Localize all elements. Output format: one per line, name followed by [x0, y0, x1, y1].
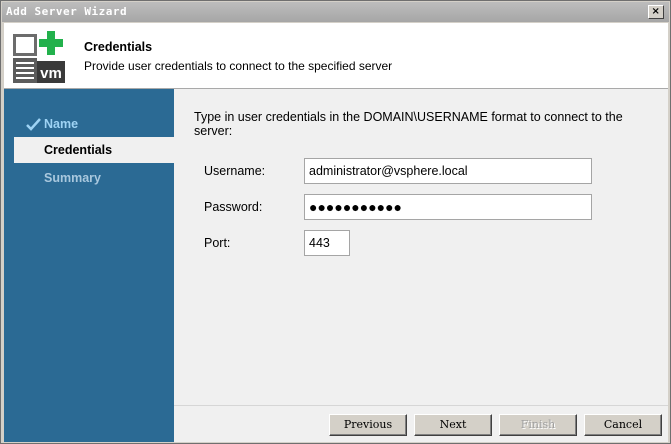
close-icon: ×: [651, 6, 661, 17]
port-label: Port:: [204, 236, 231, 250]
step-name[interactable]: Name: [14, 111, 174, 137]
checkmark-icon: [26, 118, 41, 131]
username-input[interactable]: administrator@vsphere.local: [304, 158, 592, 184]
wizard-window: Add Server Wizard × vm Credentials Provi…: [0, 0, 671, 444]
window-title: Add Server Wizard: [6, 5, 128, 18]
logo-text: vm: [40, 65, 62, 82]
wizard-header: vm Credentials Provide user credentials …: [4, 23, 668, 89]
title-bar[interactable]: Add Server Wizard ×: [2, 2, 669, 22]
instruction-text: Type in user credentials in the DOMAIN\U…: [194, 110, 623, 138]
username-label: Username:: [204, 164, 266, 178]
close-button[interactable]: ×: [648, 5, 664, 19]
password-input[interactable]: ●●●●●●●●●●●: [304, 194, 592, 220]
wizard-footer: Previous Next Finish Cancel: [174, 405, 668, 442]
previous-button[interactable]: Previous: [329, 414, 407, 436]
credentials-panel: Type in user credentials in the DOMAIN\U…: [174, 89, 668, 405]
wizard-steps-sidebar: Name Credentials Summary: [4, 89, 174, 442]
page-subtitle: Provide user credentials to connect to t…: [84, 59, 393, 73]
next-button[interactable]: Next: [414, 414, 492, 436]
step-summary-label: Summary: [44, 171, 101, 185]
port-input[interactable]: 443: [304, 230, 350, 256]
finish-button[interactable]: Finish: [499, 414, 577, 436]
page-title: Credentials: [84, 40, 153, 54]
step-credentials-label: Credentials: [44, 143, 113, 157]
server-vm-icon: vm: [13, 31, 65, 83]
step-summary[interactable]: Summary: [14, 165, 174, 191]
password-label: Password:: [204, 200, 263, 214]
step-credentials[interactable]: Credentials: [14, 137, 174, 163]
cancel-button[interactable]: Cancel: [584, 414, 662, 436]
step-name-label: Name: [44, 117, 79, 131]
